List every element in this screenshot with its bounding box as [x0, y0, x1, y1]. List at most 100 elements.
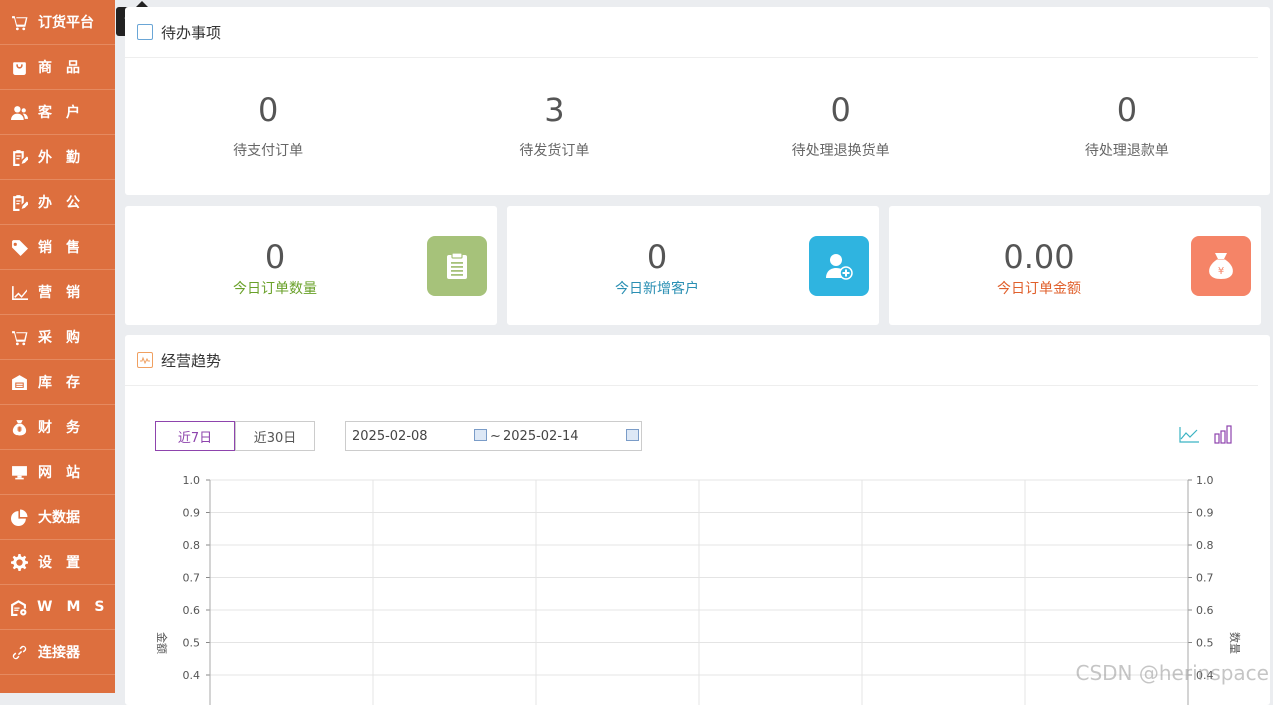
sidebar-item-label: 采购: [38, 330, 94, 346]
cart-icon: [10, 13, 28, 31]
todo-count: 0: [257, 91, 279, 129]
todo-label: 待发货订单: [519, 143, 590, 159]
y2-tick-label: 0.6: [1196, 604, 1214, 617]
todo-count: 3: [544, 91, 565, 129]
y-axis-label: 金额: [155, 632, 169, 654]
add-user-icon: [809, 236, 869, 296]
cart-icon: [10, 328, 28, 346]
todo-label: 待处理退换货单: [791, 143, 890, 159]
watermark: CSDN @herinspace: [1075, 661, 1270, 685]
calendar-icon[interactable]: [474, 429, 487, 441]
trend-card: 经营趋势 近7日 近30日 2025-02-08 ~ 2025-02-14 1.…: [125, 335, 1270, 705]
sidebar-item-label: 连接器: [38, 645, 80, 661]
y2-tick-label: 0.8: [1196, 539, 1214, 552]
sidebar-item[interactable]: 连接器: [0, 630, 115, 675]
todo-item[interactable]: 0 待处理退换货单: [698, 90, 984, 160]
sidebar-item-label: 外勤: [38, 150, 94, 166]
todo-label: 待支付订单: [233, 143, 304, 159]
sidebar-item-label: 客户: [38, 105, 94, 121]
todo-label: 待处理退款单: [1084, 143, 1169, 159]
todo-item[interactable]: 0 待处理退款单: [984, 90, 1270, 160]
stat-value: 0.00: [1003, 238, 1075, 276]
calendar-icon[interactable]: [626, 429, 639, 441]
sidebar-item[interactable]: 订货平台: [0, 0, 115, 45]
todo-count: 0: [1116, 91, 1138, 129]
date-range-picker[interactable]: 2025-02-08 ~ 2025-02-14: [345, 421, 642, 451]
sidebar-item[interactable]: 客户: [0, 90, 115, 135]
y-tick-label: 0.4: [183, 669, 201, 682]
stat-value: 0: [646, 238, 668, 276]
sidebar-item[interactable]: 大数据: [0, 495, 115, 540]
stat-card: 0 今日订单数量: [125, 206, 497, 325]
svg-text:¥: ¥: [1218, 266, 1224, 277]
range-7-days-button[interactable]: 近7日: [155, 421, 235, 451]
date-separator: ~: [490, 429, 501, 444]
sidebar-item[interactable]: 销售: [0, 225, 115, 270]
sidebar-item-label: 商品: [38, 60, 94, 76]
sidebar: 订货平台商品客户外勤办公 销售营销采购库存财务网站大数据设置 WMS 连接器: [0, 0, 115, 693]
todo-header: 待办事项: [125, 7, 1258, 58]
sidebar-item[interactable]: WMS: [0, 585, 115, 630]
todo-card: 待办事项 0 待支付订单 3 待发货订单 0 待处理退换货单 0 待处理退款单: [125, 7, 1270, 195]
gear-icon: [10, 553, 28, 571]
warehouse-gear-icon: [10, 598, 27, 616]
sidebar-item[interactable]: 采购: [0, 315, 115, 360]
sidebar-item-label: 网站: [38, 465, 94, 481]
todo-item[interactable]: 0 待支付订单: [125, 90, 411, 160]
stat-label: 今日订单金额: [997, 281, 1081, 297]
sidebar-item[interactable]: 设置: [0, 540, 115, 585]
sidebar-item-label: 大数据: [38, 510, 80, 526]
line-chart-icon[interactable]: [1178, 423, 1200, 445]
todo-item[interactable]: 3 待发货订单: [411, 90, 697, 160]
sidebar-item-label: 库存: [38, 375, 94, 391]
y2-axis-label: 数量: [1228, 632, 1241, 654]
clipboard-edit-icon: [10, 193, 28, 211]
stat-card: 0 今日新增客户: [507, 206, 879, 325]
sidebar-item-label: 设置: [38, 555, 94, 571]
sidebar-item[interactable]: 办公: [0, 180, 115, 225]
sidebar-item[interactable]: 商品: [0, 45, 115, 90]
todo-grid: 0 待支付订单 3 待发货订单 0 待处理退换货单 0 待处理退款单: [125, 58, 1270, 160]
sidebar-item-label: 财务: [38, 420, 94, 436]
y-tick-label: 0.9: [183, 507, 201, 520]
sidebar-item-label: WMS: [37, 599, 119, 615]
link-icon: [10, 643, 28, 661]
clipboard-edit-icon: [10, 148, 28, 166]
todo-count: 0: [830, 91, 851, 129]
clipboard-icon: [427, 236, 487, 296]
pie-chart-icon: [10, 508, 28, 526]
y2-tick-label: 0.9: [1196, 507, 1214, 520]
sidebar-item-label: 营销: [38, 285, 94, 301]
sidebar-item[interactable]: 网站: [0, 450, 115, 495]
sidebar-item[interactable]: 库存: [0, 360, 115, 405]
users-icon: [10, 103, 28, 121]
trend-icon: [137, 352, 153, 368]
todo-title: 待办事项: [161, 23, 222, 42]
y-tick-label: 0.8: [183, 539, 201, 552]
sidebar-item[interactable]: 财务: [0, 405, 115, 450]
y2-tick-label: 0.7: [1196, 572, 1214, 585]
trend-icon: [10, 283, 28, 301]
date-start-input[interactable]: 2025-02-08: [352, 429, 428, 444]
trend-header: 经营趋势: [125, 335, 1258, 386]
stat-card: 0.00 今日订单金额 ¥: [889, 206, 1261, 325]
y2-tick-label: 1.0: [1196, 474, 1214, 487]
todo-list-icon: [137, 24, 153, 40]
sidebar-item[interactable]: 营销: [0, 270, 115, 315]
sidebar-item[interactable]: 外勤: [0, 135, 115, 180]
monitor-icon: [10, 463, 28, 481]
money-bag-icon: ¥: [1191, 236, 1251, 296]
bar-chart-icon[interactable]: [1213, 423, 1235, 445]
tag-icon: [10, 238, 28, 256]
stat-label: 今日订单数量: [233, 281, 317, 297]
date-end-input[interactable]: 2025-02-14: [503, 429, 579, 444]
y2-tick-label: 0.5: [1196, 637, 1214, 650]
stat-value: 0: [264, 238, 286, 276]
trend-title: 经营趋势: [161, 351, 222, 370]
y-tick-label: 0.6: [183, 604, 201, 617]
y-tick-label: 0.5: [183, 637, 201, 650]
stat-label: 今日新增客户: [615, 281, 699, 297]
y-tick-label: 1.0: [183, 474, 201, 487]
y-tick-label: 0.7: [183, 572, 201, 585]
range-30-days-button[interactable]: 近30日: [235, 421, 315, 451]
